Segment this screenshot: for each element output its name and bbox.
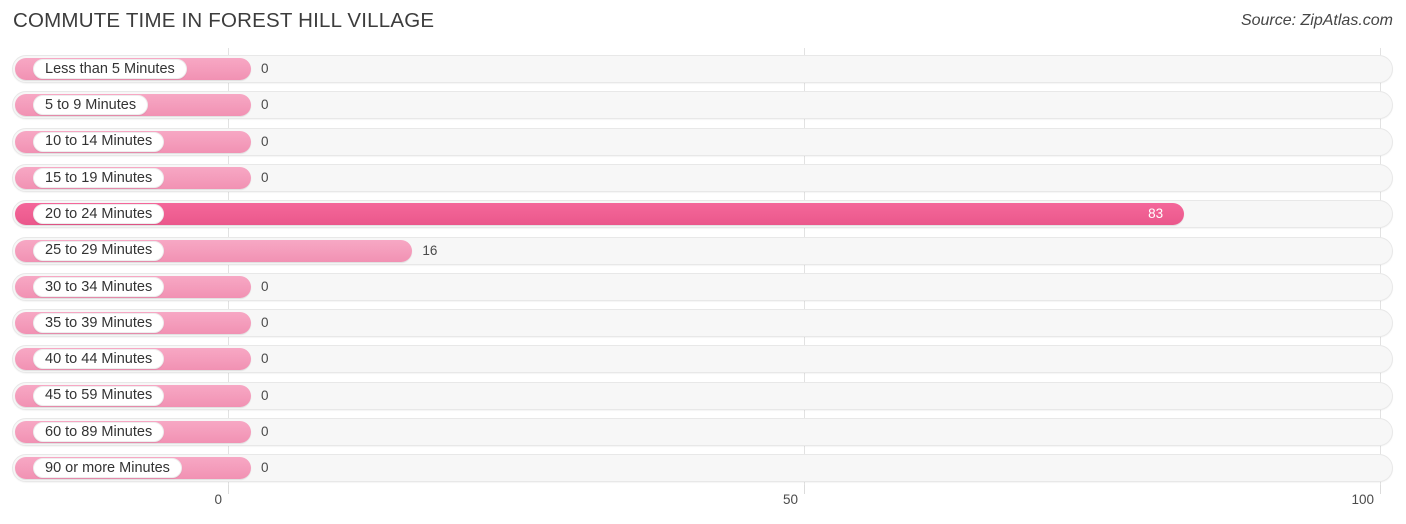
bar-row[interactable]: Less than 5 Minutes 0: [12, 55, 1393, 83]
bar-value-label: 0: [261, 133, 269, 149]
bar-category-label: 30 to 34 Minutes: [33, 276, 165, 297]
axis-tick-label: 100: [1351, 492, 1374, 507]
bar-category-text: 45 to 59 Minutes: [45, 387, 153, 404]
bar-value-label: 0: [261, 97, 269, 113]
bar-row[interactable]: 5 to 9 Minutes 0: [12, 91, 1393, 120]
bar-category-label: 10 to 14 Minutes: [33, 131, 165, 152]
bar-value-label: 0: [261, 61, 269, 76]
axis-tick-mark: [1380, 485, 1381, 494]
axis-tick-label: 50: [782, 492, 798, 507]
bar-row[interactable]: 40 to 44 Minutes 0: [12, 345, 1393, 374]
bar-category-label: 60 to 89 Minutes: [33, 422, 165, 442]
bar-value-label: 0: [261, 460, 269, 476]
bar-category-text: 40 to 44 Minutes: [45, 351, 153, 368]
bar-category-label: 25 to 29 Minutes: [33, 240, 165, 261]
bar-row[interactable]: 60 to 89 Minutes 0: [12, 418, 1393, 446]
bar-row[interactable]: 45 to 59 Minutes 0: [12, 381, 1393, 410]
bar-category-label: 15 to 19 Minutes: [33, 167, 165, 188]
bar-value-label: 0: [261, 278, 269, 294]
bar-category-label: 5 to 9 Minutes: [33, 95, 149, 116]
bar-value-label: 0: [261, 169, 269, 185]
axis-tick-mark: [228, 485, 229, 494]
bar-category-text: 90 or more Minutes: [45, 460, 170, 477]
bar-category-label: 35 to 39 Minutes: [33, 313, 165, 334]
page-title: COMMUTE TIME IN FOREST HILL VILLAGE: [13, 9, 435, 32]
bar-row[interactable]: 35 to 39 Minutes 0: [12, 309, 1393, 338]
axis-tick-label: 0: [214, 492, 222, 507]
bar-value-label: 0: [261, 424, 269, 439]
bar-category-text: 35 to 39 Minutes: [45, 314, 153, 331]
bar-category-text: 60 to 89 Minutes: [45, 423, 153, 440]
bar-category-label: 40 to 44 Minutes: [33, 349, 165, 370]
bar-value-label: 16: [422, 242, 438, 258]
bar-row[interactable]: 90 or more Minutes 0: [12, 454, 1393, 483]
bar-category-label: 20 to 24 Minutes: [33, 204, 165, 225]
bar-fill: [15, 203, 1185, 226]
bar-row[interactable]: 30 to 34 Minutes 0: [12, 272, 1393, 301]
bar-category-text: 20 to 24 Minutes: [45, 205, 153, 222]
bar-row[interactable]: 15 to 19 Minutes 0: [12, 163, 1393, 192]
bar-category-label: 45 to 59 Minutes: [33, 385, 165, 406]
bar-category-text: 10 to 14 Minutes: [45, 133, 153, 150]
bar-category-text: 15 to 19 Minutes: [45, 169, 153, 186]
bar-row[interactable]: 10 to 14 Minutes 0: [12, 127, 1393, 156]
bar-value-label: 0: [261, 387, 269, 403]
bar-value-label: 0: [261, 351, 269, 367]
bar-row[interactable]: 20 to 24 Minutes 83: [12, 200, 1393, 229]
bar-category-text: 25 to 29 Minutes: [45, 242, 153, 259]
axis-tick-mark: [804, 485, 805, 494]
bar-category-text: 30 to 34 Minutes: [45, 278, 153, 295]
source-attribution: Source: ZipAtlas.com: [1240, 12, 1393, 29]
bar-category-label: 90 or more Minutes: [33, 458, 182, 479]
bar-rows: Less than 5 Minutes 0 5 to 9 Minutes 0 10 to…: [0, 48, 1406, 485]
bar-category-text: 5 to 9 Minutes: [45, 97, 137, 114]
bar-row[interactable]: 25 to 29 Minutes 16: [12, 236, 1393, 265]
chart-plot-area: Less than 5 Minutes 0 5 to 9 Minutes 0 10 to…: [0, 48, 1406, 485]
bar-category-text: Less than 5 Minutes: [45, 60, 175, 77]
bar-value-label: 0: [261, 315, 269, 331]
bar-category-label: Less than 5 Minutes: [33, 59, 187, 79]
x-axis: 0 50 100: [0, 485, 1406, 524]
bar-value-label: 83: [1148, 206, 1164, 222]
